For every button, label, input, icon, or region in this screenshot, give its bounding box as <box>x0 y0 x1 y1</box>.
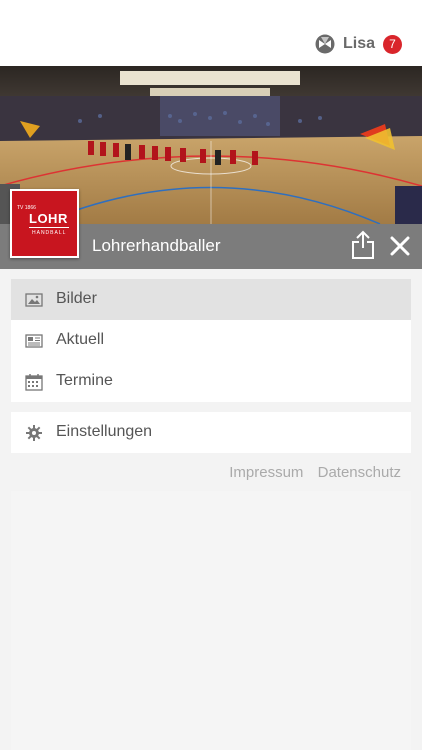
menu-item-label: Einstellungen <box>56 423 153 440</box>
close-icon[interactable] <box>388 234 412 258</box>
newspaper-icon <box>25 334 43 348</box>
notification-badge[interactable]: 7 <box>383 34 402 54</box>
menu-item-einstellungen[interactable]: Einstellungen <box>11 412 411 453</box>
datenschutz-link[interactable]: Datenschutz <box>318 464 401 481</box>
main-menu: Bilder Aktuell Termine <box>11 279 411 402</box>
menu-item-termine[interactable]: Termine <box>11 361 411 402</box>
image-icon <box>25 293 43 307</box>
user-name: Lisa <box>342 35 375 52</box>
calendar-icon <box>25 374 43 391</box>
club-logo: TV 1866 LOHR HANDBALL <box>10 189 79 258</box>
menu-item-label: Bilder <box>56 290 97 307</box>
menu-item-aktuell[interactable]: Aktuell <box>11 320 411 361</box>
menu-item-label: Termine <box>56 372 113 389</box>
footer-links: Impressum Datenschutz <box>219 464 401 481</box>
user-profile[interactable]: Lisa 7 <box>315 33 402 55</box>
menu-item-bilder[interactable]: Bilder <box>11 279 411 320</box>
impressum-link[interactable]: Impressum <box>229 464 303 481</box>
gear-icon <box>26 425 42 441</box>
menu-item-label: Aktuell <box>56 331 105 348</box>
club-name: Lohrerhandballer <box>92 236 221 255</box>
app-logo-icon <box>315 34 335 54</box>
club-header-bar: TV 1866 LOHR HANDBALL Lohrerhandballer <box>0 189 422 269</box>
share-icon[interactable] <box>350 230 376 260</box>
top-bar: Lisa 7 <box>0 0 422 66</box>
empty-content-area <box>11 491 411 750</box>
settings-menu: Einstellungen <box>11 412 411 453</box>
